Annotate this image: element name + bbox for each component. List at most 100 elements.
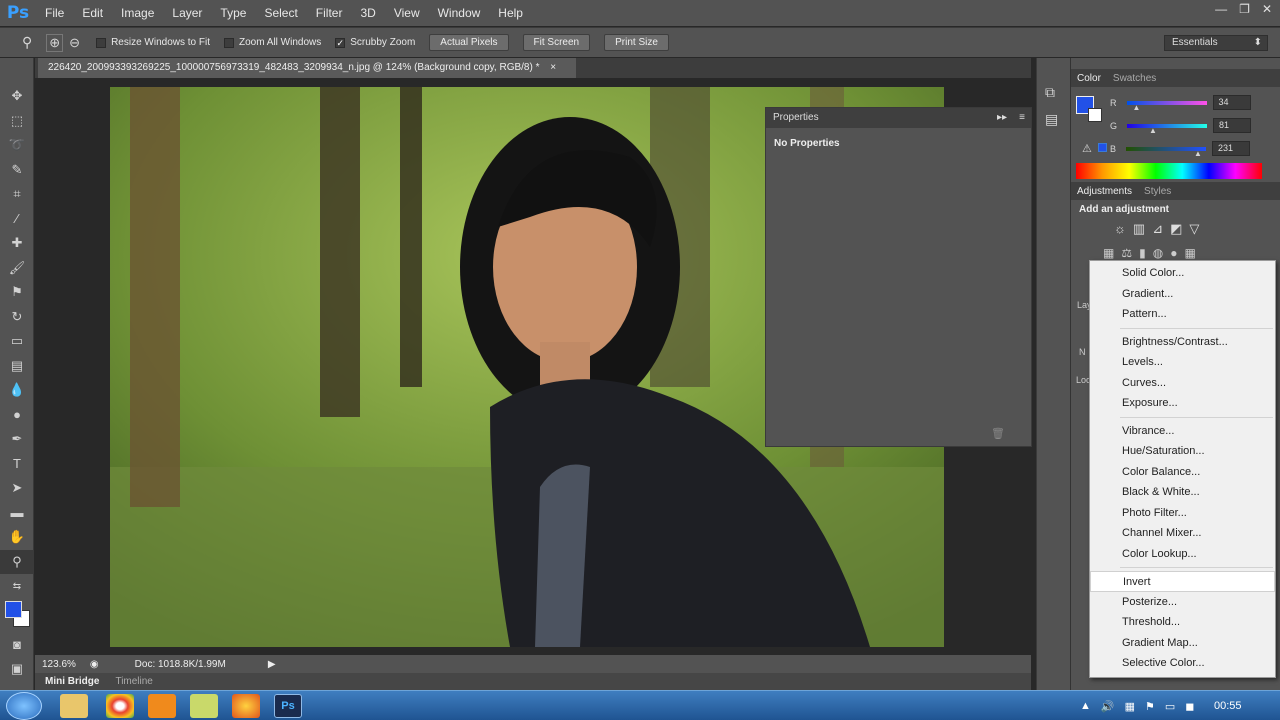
menu-item-selective-color[interactable]: Selective Color...	[1090, 653, 1275, 674]
menu-layer[interactable]: Layer	[163, 0, 211, 26]
print-size-button[interactable]: Print Size	[604, 34, 669, 51]
properties-panel-icon[interactable]: ▤	[1045, 111, 1070, 128]
menu-item-solid-color[interactable]: Solid Color...	[1090, 263, 1275, 284]
menu-item-exposure[interactable]: Exposure...	[1090, 393, 1275, 414]
bw-icon[interactable]: ◍	[1153, 246, 1163, 260]
close-document-icon[interactable]: ×	[550, 62, 556, 73]
menu-filter[interactable]: Filter	[307, 0, 352, 26]
menu-item-gradient-map[interactable]: Gradient Map...	[1090, 633, 1275, 654]
slider-b[interactable]: B ▲ 231	[1110, 137, 1251, 160]
quick-selection-tool-icon[interactable]: ✎	[0, 158, 34, 183]
fit-screen-button[interactable]: Fit Screen	[522, 34, 591, 51]
marquee-tool-icon[interactable]: ⬚	[0, 109, 34, 134]
flag-icon[interactable]: ⚑	[1145, 700, 1155, 713]
balance-icon[interactable]: ▮	[1139, 246, 1146, 260]
menu-edit[interactable]: Edit	[73, 0, 112, 26]
gradient-map-icon[interactable]: ▽	[1189, 221, 1199, 237]
value-r[interactable]: 34	[1212, 95, 1251, 110]
blur-tool-icon[interactable]: 💧	[0, 378, 34, 403]
menu-item-channel-mixer[interactable]: Channel Mixer...	[1090, 523, 1275, 544]
history-brush-tool-icon[interactable]: ↻	[0, 305, 34, 330]
lasso-tool-icon[interactable]: ➰	[0, 133, 34, 158]
rectangle-tool-icon[interactable]: ▬	[0, 501, 34, 526]
menu-item-vibrance[interactable]: Vibrance...	[1090, 421, 1275, 442]
workspace-select[interactable]: Essentials ⬍	[1164, 35, 1268, 51]
menu-image[interactable]: Image	[112, 0, 163, 26]
menu-item-pattern[interactable]: Pattern...	[1090, 304, 1275, 325]
clone-stamp-tool-icon[interactable]: ⚑	[0, 280, 34, 305]
photoshop-taskbar-icon[interactable]: Ps	[274, 694, 302, 718]
move-tool-icon[interactable]: ✥	[0, 84, 34, 109]
slider-g[interactable]: G ▲ 81	[1110, 114, 1252, 137]
menu-window[interactable]: Window	[429, 0, 490, 26]
document-tab[interactable]: 226420_200993393269225_100000756973319_4…	[38, 58, 576, 78]
menu-item-gradient[interactable]: Gradient...	[1090, 284, 1275, 305]
actual-pixels-button[interactable]: Actual Pixels	[429, 34, 509, 51]
status-info-icon[interactable]: ◉	[90, 659, 99, 670]
vlc-taskbar-icon[interactable]	[148, 694, 176, 718]
tray-arrow-icon[interactable]: ▲	[1080, 700, 1091, 713]
menu-item-color-lookup[interactable]: Color Lookup...	[1090, 544, 1275, 565]
folder-taskbar-icon[interactable]	[190, 694, 218, 718]
value-g[interactable]: 81	[1213, 118, 1252, 133]
restore-button[interactable]: ❐	[1239, 2, 1250, 16]
delete-icon[interactable]: 🗑	[991, 427, 1005, 440]
status-menu-arrow-icon[interactable]: ▶	[268, 659, 276, 670]
hand-tool-icon[interactable]: ✋	[0, 525, 34, 550]
curves-icon[interactable]: ⊿	[1152, 221, 1163, 237]
menu-item-photo-filter[interactable]: Photo Filter...	[1090, 503, 1275, 524]
battery-icon[interactable]: ▭	[1165, 700, 1175, 713]
type-tool-icon[interactable]: T	[0, 452, 34, 477]
menu-item-posterize[interactable]: Posterize...	[1090, 592, 1275, 613]
scrubby-zoom-checkbox[interactable]: ✓ Scrubby Zoom	[335, 37, 415, 48]
path-selection-tool-icon[interactable]: ➤	[0, 476, 34, 501]
tab-swatches[interactable]: Swatches	[1113, 73, 1156, 84]
color-swatches[interactable]	[0, 599, 33, 633]
zoom-in-icon[interactable]: ⊕	[46, 33, 64, 52]
value-b[interactable]: 231	[1212, 141, 1251, 156]
menu-help[interactable]: Help	[489, 0, 532, 26]
menu-type[interactable]: Type	[211, 0, 255, 26]
hue-icon[interactable]: ⚖	[1121, 246, 1132, 260]
collapse-panel-icon[interactable]: ▸▸	[997, 108, 1007, 128]
close-button[interactable]: ✕	[1262, 2, 1272, 16]
properties-panel-header[interactable]: Properties ▸▸ ≡	[766, 108, 1031, 128]
gradient-tool-icon[interactable]: ▤	[0, 354, 34, 379]
menu-select[interactable]: Select	[255, 0, 306, 26]
menu-item-hue-saturation[interactable]: Hue/Saturation...	[1090, 441, 1275, 462]
brush-tool-icon[interactable]: 🖌	[0, 256, 34, 281]
menu-file[interactable]: File	[36, 0, 73, 26]
menu-item-invert[interactable]: Invert	[1090, 571, 1275, 592]
photo-filter-icon[interactable]: ●	[1170, 246, 1177, 260]
healing-brush-tool-icon[interactable]: ✚	[0, 231, 34, 256]
quick-mask-icon[interactable]: ◙	[0, 633, 34, 658]
zoom-tool-active-icon[interactable]: ⚲	[0, 549, 34, 574]
menu-item-curves[interactable]: Curves...	[1090, 373, 1275, 394]
zoom-level[interactable]: 123.6%	[42, 659, 76, 670]
dodge-tool-icon[interactable]: ●	[0, 403, 34, 428]
start-button[interactable]	[6, 692, 42, 720]
tab-styles[interactable]: Styles	[1144, 186, 1171, 197]
menu-item-black-white[interactable]: Black & White...	[1090, 482, 1275, 503]
minimize-button[interactable]: —	[1215, 2, 1227, 16]
menu-3d[interactable]: 3D	[351, 0, 384, 26]
menu-view[interactable]: View	[385, 0, 429, 26]
eyedropper-tool-icon[interactable]: ⁄	[0, 207, 34, 232]
media-taskbar-icon[interactable]	[232, 694, 260, 718]
menu-item-threshold[interactable]: Threshold...	[1090, 612, 1275, 633]
exposure-icon[interactable]: ◩	[1170, 221, 1182, 237]
panel-menu-icon[interactable]: ≡	[1019, 108, 1025, 128]
menu-item-brightness-contrast[interactable]: Brightness/Contrast...	[1090, 332, 1275, 353]
tab-color[interactable]: Color	[1077, 73, 1101, 84]
color-spectrum[interactable]	[1076, 163, 1262, 179]
chrome-taskbar-icon[interactable]	[106, 694, 134, 718]
tab-adjustments[interactable]: Adjustments	[1077, 186, 1132, 197]
color-panel-background[interactable]	[1088, 108, 1102, 122]
menu-item-color-balance[interactable]: Color Balance...	[1090, 462, 1275, 483]
volume-icon[interactable]: 🔊	[1101, 700, 1115, 713]
resize-windows-checkbox[interactable]: Resize Windows to Fit	[96, 37, 210, 48]
levels-icon[interactable]: ▥	[1133, 221, 1145, 237]
foreground-color-swatch[interactable]	[5, 600, 22, 618]
vibrance-icon[interactable]: ▦	[1103, 246, 1114, 260]
network-icon[interactable]: ▦	[1125, 700, 1135, 713]
